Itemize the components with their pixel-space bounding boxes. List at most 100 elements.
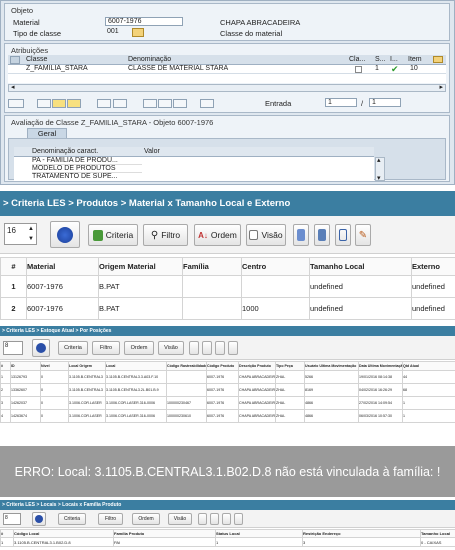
caract-row[interactable]: TRATAMENTO DE SUPE... — [32, 173, 142, 180]
table-row[interactable]: 2 6007-1976 B.PAT 1000 undefined undefin… — [0, 297, 455, 320]
row-checkbox[interactable] — [355, 66, 362, 73]
tab-geral[interactable]: Geral — [27, 128, 67, 138]
scroll-right-icon[interactable]: ▸ — [439, 83, 443, 91]
ordem-button[interactable]: A↓ Ordem — [194, 224, 241, 246]
table-row[interactable]: 2 13362607 0 3.1105.B.CENTRAL3 3.1105.B.CENT… — [0, 383, 455, 397]
col-header[interactable]: Restrição Endereço — [302, 529, 421, 538]
col-header[interactable]: # — [0, 361, 11, 371]
cell: 100000230467 — [166, 396, 207, 410]
col-header[interactable]: # — [0, 529, 14, 538]
col-header[interactable]: Origem Material — [98, 257, 183, 276]
vertical-scrollbar[interactable]: ▴ ▾ — [375, 156, 385, 182]
entrada-field[interactable]: 1 — [325, 98, 357, 107]
col-header[interactable]: Local — [105, 361, 167, 371]
export-button[interactable] — [189, 341, 199, 355]
print-button[interactable] — [314, 224, 330, 246]
scroll-down-icon[interactable]: ▾ — [377, 174, 381, 182]
edit-button[interactable] — [228, 341, 238, 355]
col-header[interactable]: Centro — [241, 257, 310, 276]
col-header[interactable]: Local Origem — [68, 361, 106, 371]
ordem-button[interactable]: Ordem — [124, 341, 154, 355]
table-row[interactable]: 1 3.1105.B.CENTRAL3.1.B02.D.8 PAI 1 3 0 … — [0, 537, 455, 547]
filtro-button[interactable]: ⚲ Filtro — [143, 224, 188, 246]
export-button[interactable] — [198, 513, 207, 525]
spinner-down-icon[interactable]: ▼ — [28, 236, 34, 242]
ordem-label: Ordem — [210, 230, 237, 240]
print-button[interactable] — [210, 513, 219, 525]
scroll-left-icon[interactable]: ◂ — [11, 83, 15, 91]
cell: CHAPA ABRACADEIRA — [238, 370, 276, 384]
select-all-icon[interactable] — [10, 56, 20, 64]
atribuicoes-row[interactable]: Z_FAMILIA_STARA CLASSE DE MATERIAL STARA… — [8, 64, 446, 74]
col-header[interactable]: Descrição Produto — [238, 361, 276, 371]
atribuicoes-title: Atribuições — [11, 46, 49, 55]
toolbar-button-8[interactable] — [158, 99, 172, 108]
col-header[interactable]: Código Local — [13, 529, 114, 538]
toolbar-button-9[interactable] — [173, 99, 187, 108]
scroll-up-icon[interactable]: ▴ — [377, 156, 381, 164]
toolbar-button-10[interactable] — [200, 99, 214, 108]
toolbar-button-6[interactable] — [113, 99, 127, 108]
class-help-icon[interactable] — [132, 28, 144, 37]
criteria-label: Criteria — [63, 516, 81, 522]
col-header[interactable]: Externo — [411, 257, 455, 276]
toolbar-button-1[interactable] — [8, 99, 24, 108]
col-header[interactable]: # — [0, 257, 27, 276]
table-row[interactable]: 1 13126793 0 3.1105.B.CENTRAL3 3.1105.B.CENT… — [0, 370, 455, 384]
col-header[interactable]: Família Produto — [113, 529, 216, 538]
copy-button[interactable] — [335, 224, 351, 246]
col-header[interactable]: Material — [26, 257, 99, 276]
col-header[interactable]: Status Local — [215, 529, 303, 538]
col-header[interactable]: Código Rastreabilidade — [166, 361, 207, 371]
refresh-button[interactable] — [32, 339, 50, 357]
page-size-select[interactable]: 8 — [3, 513, 21, 525]
table-row[interactable]: 4 14263674 0 3.1006.COR.LASER 3.1006.COR.LAS… — [0, 409, 455, 423]
caract-row[interactable]: MODELO DE PRODUTOS — [32, 165, 142, 173]
page-size-select[interactable]: 16 ▲ ▼ — [4, 223, 37, 245]
visao-button[interactable]: Visão — [168, 513, 192, 525]
filtro-button[interactable]: Filtro — [92, 341, 120, 355]
criteria-button[interactable]: Criteria — [88, 224, 138, 246]
col-header[interactable]: Tamanho Local — [420, 529, 455, 538]
visao-button[interactable]: Visão — [158, 341, 184, 355]
col-header[interactable]: Tamanho Local — [309, 257, 412, 276]
column-config-icon[interactable] — [433, 56, 443, 63]
refresh-button[interactable] — [32, 512, 46, 526]
material-field[interactable]: 6007-1976 — [105, 17, 183, 26]
move-up-button[interactable] — [52, 99, 66, 108]
copy-button[interactable] — [222, 513, 231, 525]
edit-button[interactable]: ✎ — [355, 224, 371, 246]
col-header[interactable]: Código Produto — [206, 361, 239, 371]
caract-row[interactable]: PA - FAMILIA DE PRODU... — [32, 157, 142, 165]
table-row[interactable]: 3 14262037 0 3.1006.COR.LASER 3.1006.COR.LAS… — [0, 396, 455, 410]
move-down-button[interactable] — [67, 99, 81, 108]
horizontal-scrollbar[interactable]: ◂ ▸ — [8, 84, 446, 92]
ordem-button[interactable]: Ordem — [132, 513, 160, 525]
col-header[interactable]: Família — [182, 257, 242, 276]
col-header[interactable]: ID — [10, 361, 41, 371]
table-row[interactable]: 1 6007-1976 B.PAT undefined undefined — [0, 275, 455, 298]
toolbar-button-7[interactable] — [143, 99, 157, 108]
criteria-button[interactable]: Criteria — [58, 513, 86, 525]
tipo-classe-field[interactable]: 001 — [105, 28, 127, 37]
toolbar-button-5[interactable] — [97, 99, 111, 108]
export-button[interactable] — [293, 224, 309, 246]
copy-button[interactable] — [215, 341, 225, 355]
cell: ZHAL — [275, 396, 305, 410]
edit-button[interactable] — [234, 513, 243, 525]
col-header[interactable]: Qtd Atual — [402, 361, 455, 371]
visao-button[interactable]: Visão — [246, 224, 286, 246]
col-header[interactable]: Nível — [40, 361, 69, 371]
page-size-select[interactable]: 8 — [3, 341, 23, 355]
entrada-total-field: 1 — [369, 98, 401, 107]
col-header[interactable]: Tipo Peça — [275, 361, 305, 371]
filtro-label: Filtro — [104, 516, 117, 522]
col-header[interactable]: Data Ultima Movimentação — [358, 361, 403, 371]
refresh-button[interactable] — [50, 221, 80, 248]
col-header[interactable]: Usuário Ultima Movimentação — [304, 361, 359, 371]
toolbar-button-2[interactable] — [37, 99, 51, 108]
criteria-button[interactable]: Criteria — [58, 341, 88, 355]
filtro-button[interactable]: Filtro — [98, 513, 123, 525]
print-button[interactable] — [202, 341, 212, 355]
spinner-up-icon[interactable]: ▲ — [28, 226, 34, 232]
